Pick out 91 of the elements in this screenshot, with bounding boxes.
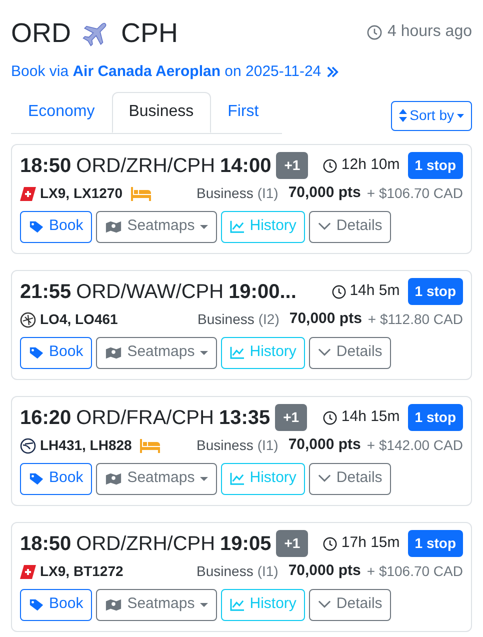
updated-time: 4 hours ago — [387, 22, 472, 42]
cabin-tab[interactable]: Economy — [11, 92, 112, 132]
line-chart-icon — [230, 598, 245, 611]
origin-code: ORD — [11, 20, 71, 46]
chevron-down-icon — [318, 348, 332, 357]
caret-icon — [200, 602, 208, 606]
map-icon — [105, 472, 122, 486]
double-chevron-icon — [326, 66, 340, 78]
flight-route: ORD/WAW/CPH — [76, 280, 224, 304]
seatmaps-dropdown[interactable]: Seatmaps — [96, 336, 217, 368]
arrival-time: 14:00 — [220, 154, 272, 178]
cash-price: + $142.00 CAD — [366, 436, 463, 455]
caret-icon — [200, 350, 208, 354]
stops-badge: 1 stop — [408, 530, 463, 557]
map-icon — [105, 220, 122, 234]
fare-class: (I1) — [257, 436, 278, 455]
chevron-down-icon — [318, 600, 332, 609]
duration: 14h 5m — [350, 281, 400, 302]
details-button[interactable]: Details — [309, 588, 392, 620]
duration: 17h 15m — [341, 533, 400, 554]
flight-numbers: LX9, BT1272 — [40, 562, 124, 581]
points-price: 70,000 pts — [289, 309, 362, 330]
day-offset-badge: +1 — [276, 152, 308, 179]
flight-route: ORD/ZRH/CPH — [76, 154, 216, 178]
tag-icon — [29, 220, 44, 234]
chevron-down-icon — [318, 474, 332, 483]
details-button[interactable]: Details — [309, 462, 392, 494]
chevron-down-icon — [318, 222, 332, 231]
fare-class: (I2) — [258, 310, 280, 329]
flight-numbers: LH431, LH828 — [40, 436, 132, 455]
book-button[interactable]: Book — [20, 210, 92, 242]
cabin-tab[interactable]: First — [210, 92, 276, 132]
details-button[interactable]: Details — [309, 336, 392, 368]
line-chart-icon — [230, 220, 245, 233]
caret-icon — [457, 114, 464, 118]
tag-icon — [29, 598, 44, 612]
line-chart-icon — [230, 472, 245, 485]
departure-time: 21:55 — [20, 280, 72, 304]
cabin-class: Business — [196, 436, 254, 455]
cabin-tab[interactable]: Business — [112, 92, 211, 132]
stops-badge: 1 stop — [408, 278, 463, 305]
flight-numbers: LX9, LX1270 — [40, 184, 122, 203]
seatmaps-dropdown[interactable]: Seatmaps — [96, 462, 217, 494]
cash-price: + $112.80 CAD — [368, 310, 463, 329]
book-button[interactable]: Book — [20, 336, 92, 368]
duration: 14h 15m — [341, 407, 400, 428]
clock-icon — [323, 536, 338, 550]
clock-icon — [332, 284, 346, 298]
departure-time: 16:20 — [20, 406, 72, 430]
day-offset-badge: +1 — [275, 404, 308, 431]
book-button[interactable]: Book — [20, 588, 92, 620]
seatmaps-dropdown[interactable]: Seatmaps — [96, 210, 217, 242]
tag-icon — [29, 472, 44, 486]
duration: 12h 10m — [341, 155, 400, 176]
caret-icon — [200, 476, 208, 480]
book-button[interactable]: Book — [20, 462, 92, 494]
points-price: 70,000 pts — [288, 183, 361, 204]
arrival-time: 19:05 — [220, 532, 272, 556]
flight-route: ORD/ZRH/CPH — [76, 532, 216, 556]
clock-icon — [323, 158, 338, 172]
fare-class: (I1) — [257, 184, 278, 203]
arrival-time: 19:00... — [228, 280, 296, 304]
seatmaps-dropdown[interactable]: Seatmaps — [96, 588, 217, 620]
fare-class: (I1) — [257, 562, 278, 581]
clock-icon — [323, 410, 338, 424]
cash-price: + $106.70 CAD — [366, 562, 463, 581]
map-icon — [105, 346, 122, 360]
caret-icon — [200, 224, 208, 228]
sort-icon — [398, 109, 407, 122]
details-button[interactable]: Details — [309, 210, 392, 242]
clock-icon — [367, 24, 382, 40]
flight-numbers: LO4, LO461 — [40, 310, 118, 329]
points-price: 70,000 pts — [288, 435, 361, 456]
cabin-class: Business — [196, 184, 254, 203]
departure-time: 18:50 — [20, 532, 72, 556]
cash-price: + $106.70 CAD — [366, 184, 463, 203]
destination-code: CPH — [121, 20, 178, 46]
departure-time: 18:50 — [20, 154, 72, 178]
cabin-class: Business — [198, 310, 254, 329]
sort-button[interactable]: Sort by — [390, 100, 472, 130]
arrival-time: 13:35 — [218, 406, 270, 430]
cabin-class: Business — [196, 562, 254, 581]
tag-icon — [29, 346, 44, 360]
booking-link[interactable]: Book via Air Canada Aeroplan on 2025-11-24 — [11, 61, 472, 84]
day-offset-badge: +1 — [276, 530, 308, 557]
flight-route: ORD/FRA/CPH — [76, 406, 214, 430]
stops-badge: 1 stop — [408, 152, 463, 179]
points-price: 70,000 pts — [288, 561, 361, 582]
stops-badge: 1 stop — [408, 404, 463, 431]
line-chart-icon — [230, 346, 245, 359]
map-icon — [105, 598, 122, 612]
